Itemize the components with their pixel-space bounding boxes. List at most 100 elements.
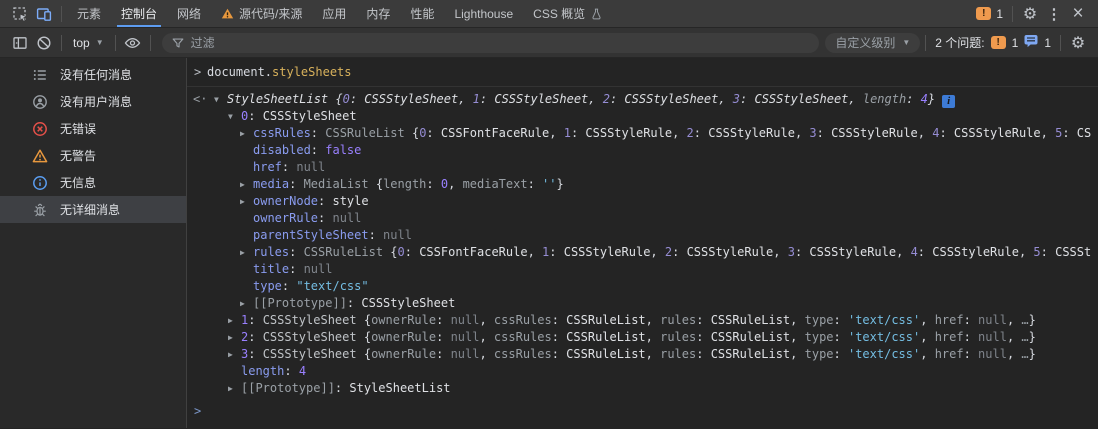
expand-arrow-icon[interactable]: ▶ [240, 244, 253, 261]
token-key: title [253, 262, 289, 276]
console-tree-row[interactable]: ▶3: CSSStyleSheet {ownerRule: null, cssR… [187, 346, 1098, 363]
token-p: , [448, 177, 462, 191]
issues-counter[interactable]: ! 1 [976, 7, 1003, 21]
token-p: , [650, 245, 664, 259]
token-nul: null [978, 313, 1007, 327]
console-input-prompt[interactable]: > [187, 404, 1098, 418]
console-tree-row[interactable]: ▶[[Prototype]]: CSSStyleSheet [187, 295, 1098, 312]
token-cls: CSSStyleRule [809, 245, 896, 259]
console-tree-row[interactable]: ▶[[Prototype]]: StyleSheetList [187, 380, 1098, 397]
console-sidebar-toggle-icon[interactable] [8, 31, 32, 55]
tab-warning-icon [221, 7, 234, 20]
sidebar-item-label: 没有用户消息 [60, 93, 132, 110]
console-pane[interactable]: > document.styleSheets <·▼StyleSheetList… [187, 58, 1098, 428]
console-tree-row[interactable]: ▶1: CSSStyleSheet {ownerRule: null, cssR… [187, 312, 1098, 329]
chevron-down-icon: ▼ [96, 38, 104, 47]
token-str: 'text/css' [848, 330, 920, 344]
tab-application[interactable]: 应用 [312, 0, 356, 27]
token-idx: 5 [1033, 245, 1040, 259]
token-pkey: … [1021, 347, 1028, 361]
console-tree-row[interactable]: ▶ownerNode: style [187, 193, 1098, 210]
close-devtools-icon[interactable]: × [1066, 2, 1090, 26]
token-pkey: href [935, 330, 964, 344]
console-tree-row[interactable]: ▶media: MediaList {length: 0, mediaText:… [187, 176, 1098, 193]
expand-arrow-icon[interactable]: ▶ [240, 125, 253, 142]
console-tree-row[interactable]: <·▼StyleSheetList {0: CSSStyleSheet, 1: … [187, 91, 1098, 108]
settings-gear-icon[interactable]: ⚙ [1018, 2, 1042, 26]
token-p: : [347, 296, 361, 310]
collapse-arrow-icon[interactable]: ▼ [228, 108, 241, 125]
token-p: : [694, 126, 708, 140]
console-object-tree: <·▼StyleSheetList {0: CSSStyleSheet, 1: … [187, 91, 1098, 397]
tab-lighthouse[interactable]: Lighthouse [444, 0, 523, 27]
tabbar-left-icons [0, 0, 67, 27]
expand-arrow-icon[interactable]: ▶ [240, 295, 253, 312]
token-p: , [1019, 245, 1033, 259]
sidebar-item-label: 无警告 [60, 147, 96, 164]
expand-arrow-icon[interactable]: ▶ [228, 346, 241, 363]
token-cls: CSSStyleRule [932, 245, 1019, 259]
token-p: , [479, 313, 493, 327]
tab-console[interactable]: 控制台 [111, 0, 167, 27]
token-p: : [1062, 126, 1076, 140]
javascript-context-selector[interactable]: top ▼ [67, 34, 110, 52]
token-p: : [289, 177, 303, 191]
divider [61, 35, 62, 51]
command-prompt-chevron: > [194, 58, 201, 86]
token-key: ownerRule [253, 211, 318, 225]
command-property: styleSheets [272, 65, 351, 79]
tab-css-overview[interactable]: CSS 概览 [523, 0, 613, 27]
sidebar-filter-item[interactable]: 无详细消息 [0, 196, 186, 223]
console-tree-row[interactable]: ▶rules: CSSRuleList {0: CSSFontFaceRule,… [187, 244, 1098, 261]
device-toolbar-icon[interactable] [32, 2, 56, 26]
console-tree-row[interactable]: ▶cssRules: CSSRuleList {0: CSSFontFaceRu… [187, 125, 1098, 142]
token-cls: StyleSheetList [349, 381, 450, 395]
divider [1012, 6, 1013, 22]
token-p: : [964, 313, 978, 327]
inspect-element-icon[interactable] [8, 2, 32, 26]
console-settings-gear-icon[interactable]: ⚙ [1066, 31, 1090, 55]
filter-input[interactable] [191, 36, 811, 50]
token-p: { [364, 313, 371, 327]
issue-badge-icon: ! [976, 7, 991, 20]
divider [1060, 35, 1061, 51]
kebab-menu-icon[interactable]: ⋮ [1042, 2, 1066, 26]
sidebar-filter-item[interactable]: 没有任何消息 [0, 61, 186, 88]
token-pkey: [[Prototype]] [253, 296, 347, 310]
sidebar-filter-item[interactable]: 无警告 [0, 142, 186, 169]
tab-network[interactable]: 网络 [167, 0, 211, 27]
tab-elements[interactable]: 元素 [67, 0, 111, 27]
token-p: } [1029, 313, 1036, 327]
console-tree-row[interactable]: ▶2: CSSStyleSheet {ownerRule: null, cssR… [187, 329, 1098, 346]
expand-arrow-icon[interactable]: ▶ [228, 329, 241, 346]
token-p: , [790, 313, 804, 327]
tab-performance[interactable]: 性能 [400, 0, 444, 27]
token-cls: CSSStyleRule [708, 126, 795, 140]
issues-summary[interactable]: 2 个问题: ! 1 1 [935, 34, 1051, 51]
chevron-down-icon: ▼ [902, 38, 910, 47]
panel-tabs: 元素控制台网络源代码/来源应用内存性能 LighthouseCSS 概览 [67, 0, 613, 27]
tab-label: 性能 [410, 5, 434, 22]
expand-arrow-icon[interactable]: ▶ [240, 176, 253, 193]
console-tree-row: href: null [187, 159, 1098, 176]
console-tree-row[interactable]: ▼0: CSSStyleSheet [187, 108, 1098, 125]
expand-arrow-icon[interactable]: ▶ [228, 380, 241, 397]
sidebar-filter-item[interactable]: 无错误 [0, 115, 186, 142]
clear-console-icon[interactable] [32, 31, 56, 55]
token-pkey: type [805, 330, 834, 344]
log-level-selector[interactable]: 自定义级别 ▼ [825, 33, 920, 53]
collapse-arrow-icon[interactable]: ▼ [214, 91, 227, 108]
expand-arrow-icon[interactable]: ▶ [240, 193, 253, 210]
token-cls2: CSSStyleSheet [263, 347, 364, 361]
token-cls: CSSStyleSheet [624, 92, 718, 106]
tab-memory[interactable]: 内存 [356, 0, 400, 27]
token-p: : [289, 245, 303, 259]
tab-sources[interactable]: 源代码/来源 [211, 0, 312, 27]
expand-arrow-icon[interactable]: ▶ [228, 312, 241, 329]
sidebar-filter-item[interactable]: 无信息 [0, 169, 186, 196]
info-adorner-icon[interactable]: i [942, 95, 955, 108]
live-expression-eye-icon[interactable] [121, 31, 145, 55]
token-p: : [369, 228, 383, 242]
token-idx: 4 [911, 245, 918, 259]
sidebar-filter-item[interactable]: 没有用户消息 [0, 88, 186, 115]
